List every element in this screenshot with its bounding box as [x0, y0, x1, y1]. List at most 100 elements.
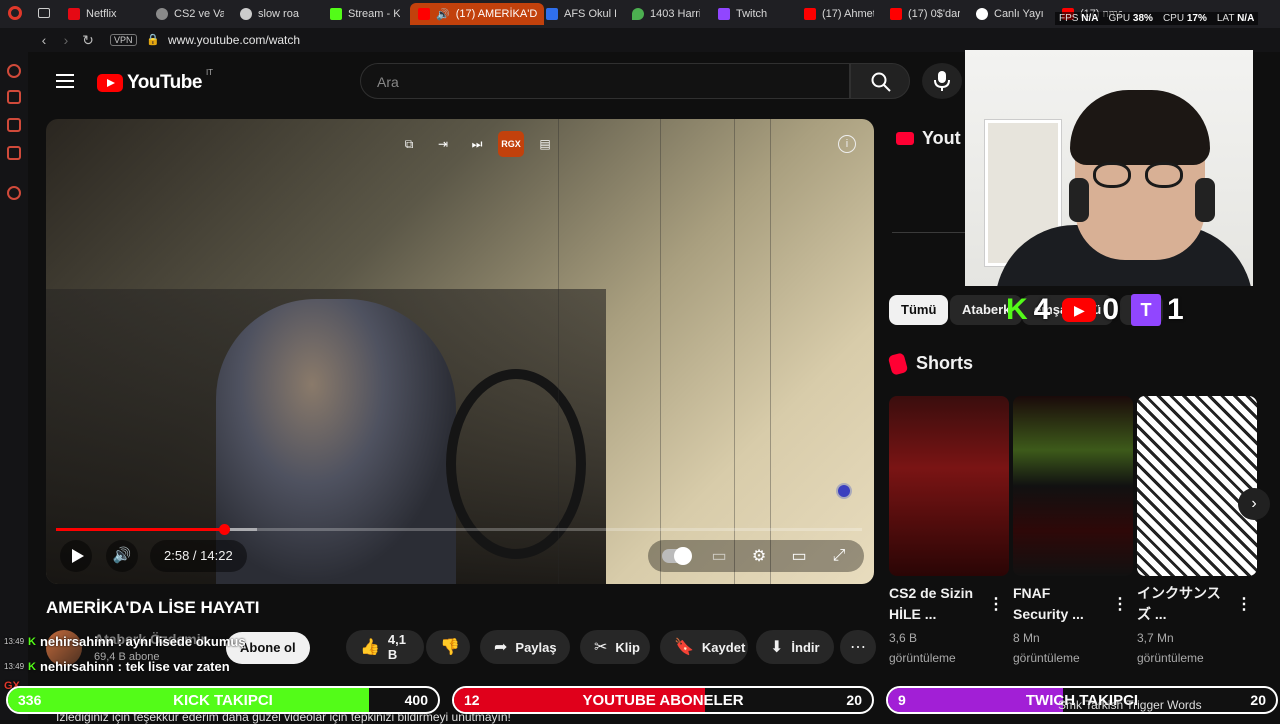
microphone-icon [934, 71, 950, 91]
clip-button[interactable]: ✂ Klip [580, 630, 650, 664]
back-arrow-icon[interactable]: ‹ [36, 32, 52, 48]
scissors-icon: ✂ [594, 639, 608, 656]
play-button[interactable] [60, 540, 92, 572]
menu-hamburger-icon[interactable] [56, 74, 74, 88]
youtube-logo[interactable]: YouTube IT [97, 68, 213, 94]
tab-canli-yayin[interactable]: Canlı Yayı [976, 3, 1046, 25]
video-frame-driver [216, 299, 456, 584]
chat-message: 13:49 K nehirsahinn : tek lise var zaten [4, 659, 230, 674]
save-button[interactable]: 🔖 Kaydet [660, 630, 748, 664]
short-title[interactable]: FNAF Security ... [1013, 583, 1084, 625]
thumbs-down-icon: 👎 [440, 639, 460, 656]
forward-arrow-icon[interactable]: › [58, 32, 74, 48]
shorts-icon [887, 351, 909, 376]
short-views: 3,7 Mn görüntüleme [1137, 631, 1204, 665]
autoplay-toggle[interactable] [662, 547, 692, 565]
twitch-stat: 1 [1167, 293, 1184, 326]
short-thumbnail[interactable] [889, 396, 1009, 576]
url-text[interactable]: www.youtube.com/watch [168, 33, 300, 47]
like-button[interactable]: 👍 4,1 B [346, 630, 424, 664]
tab-slow-road[interactable]: slow roa [240, 3, 312, 25]
more-dots-icon: ⋯ [850, 639, 866, 656]
scrubber-knob[interactable] [219, 524, 231, 535]
performance-hud: FPS N/A GPU 38% CPU 17% LAT N/A [1055, 12, 1259, 25]
popout-icon[interactable]: ⧉ [396, 131, 422, 157]
youtube-icon [804, 8, 816, 20]
youtube-icon [418, 8, 430, 20]
history-clock-icon[interactable] [7, 186, 21, 200]
tab-cs2[interactable]: CS2 ve Va [156, 3, 224, 25]
tab-switcher-icon[interactable] [38, 8, 50, 18]
search-input[interactable] [375, 73, 819, 91]
webcam-overlay [965, 50, 1253, 286]
short-thumbnail[interactable] [1137, 396, 1257, 576]
search-box [360, 63, 850, 99]
short-more-icon[interactable]: ⋮ [1236, 594, 1252, 614]
video-player[interactable]: ⧉ ⇥ ⏭ RGX ▤ i 🔊 2:58 / 14:22 ▭ ⚙ ▭ ⤢ [46, 119, 874, 584]
skip-next-icon[interactable]: ⏭ [464, 131, 490, 157]
tab-youtube-0dollar[interactable]: (17) 0$'dar [890, 3, 960, 25]
short-more-icon[interactable]: ⋮ [1112, 594, 1128, 614]
theater-mode-icon[interactable]: ▭ [788, 546, 810, 566]
shorts-next-chevron-icon[interactable]: › [1238, 488, 1270, 520]
search-icon [871, 72, 891, 92]
enter-icon[interactable]: ⇥ [430, 131, 456, 157]
vpn-badge[interactable]: VPN [110, 34, 137, 46]
cards-icon[interactable] [7, 118, 21, 132]
short-title[interactable]: インクサンスズ ... [1137, 583, 1221, 625]
opera-logo-icon[interactable] [8, 6, 22, 20]
site-icon [240, 8, 252, 20]
short-views: 8 Mn görüntüleme [1013, 631, 1080, 665]
speed-dial-icon[interactable] [7, 64, 21, 78]
tab-youtube-ahmet[interactable]: (17) Ahmet [804, 3, 874, 25]
settings-gear-icon[interactable]: ⚙ [748, 546, 770, 566]
volume-icon[interactable]: 🔊 [106, 540, 138, 572]
tab-afs[interactable]: AFS Okul F [546, 3, 616, 25]
progress-bar[interactable] [56, 524, 862, 535]
chip-all[interactable]: Tümü [889, 295, 949, 325]
tab-youtube-active[interactable]: 🔊 (17) AMERİKA'D [410, 3, 544, 25]
trigger-words-label: Smk Tarkish Trigger Words [1058, 698, 1202, 712]
panel-icon[interactable]: ▤ [532, 131, 558, 157]
sidebar-youtube-title: Yout [896, 128, 961, 149]
youtube-stat: 0 [1102, 293, 1120, 326]
info-icon[interactable]: i [838, 135, 856, 153]
messenger-icon[interactable] [7, 146, 21, 160]
short-thumbnail[interactable] [1013, 396, 1133, 576]
tab-kick-stream[interactable]: Stream - K [330, 3, 400, 25]
rgx-button[interactable]: RGX [498, 131, 524, 157]
short-title[interactable]: CS2 de Sizin HİLE ... [889, 583, 973, 625]
kick-follower-bar: 336 KICK TAKIPCI 400 [6, 686, 440, 714]
dislike-button[interactable]: 👎 [426, 630, 470, 664]
twitch-icon [718, 8, 730, 20]
download-button[interactable]: ⬇ İndir [756, 630, 834, 664]
search-button[interactable] [850, 63, 910, 99]
bag-icon[interactable] [7, 90, 21, 104]
tab-twitch[interactable]: Twitch [718, 3, 788, 25]
share-button[interactable]: ➦ Paylaş [480, 630, 570, 664]
netflix-icon [68, 8, 80, 20]
voice-search-button[interactable] [922, 63, 962, 99]
played-bar [56, 528, 225, 531]
short-views: 3,6 Bgörüntüleme [889, 631, 956, 665]
lock-icon[interactable]: 🔒 [146, 33, 160, 46]
subtitles-icon[interactable]: ▭ [708, 546, 730, 566]
overlay-dot-icon[interactable] [836, 483, 852, 499]
more-actions-button[interactable]: ⋯ [840, 630, 876, 664]
fullscreen-icon[interactable]: ⤢ [828, 547, 850, 565]
bookmark-icon: 🔖 [674, 639, 694, 656]
reload-icon[interactable]: ↻ [80, 32, 96, 48]
time-display: 2:58 / 14:22 [150, 540, 247, 572]
download-icon: ⬇ [770, 639, 784, 656]
chat-message: 13:49 K nehirsahinn : aynı lisede okumuş [4, 634, 246, 649]
tab-netflix[interactable]: Netflix [68, 3, 148, 25]
site-icon [156, 8, 168, 20]
short-more-icon[interactable]: ⋮ [988, 594, 1004, 614]
video-overlay-toolbar: ⧉ ⇥ ⏭ RGX ▤ [396, 131, 558, 157]
tab-maps[interactable]: 1403 Harri [632, 3, 700, 25]
browser-tab-strip: Netflix CS2 ve Va slow roa Stream - K 🔊(… [0, 0, 1280, 28]
glasses [1093, 162, 1189, 188]
thumbs-up-icon: 👍 [360, 639, 380, 656]
youtube-play-icon [97, 74, 123, 92]
kick-icon: K [28, 635, 36, 648]
